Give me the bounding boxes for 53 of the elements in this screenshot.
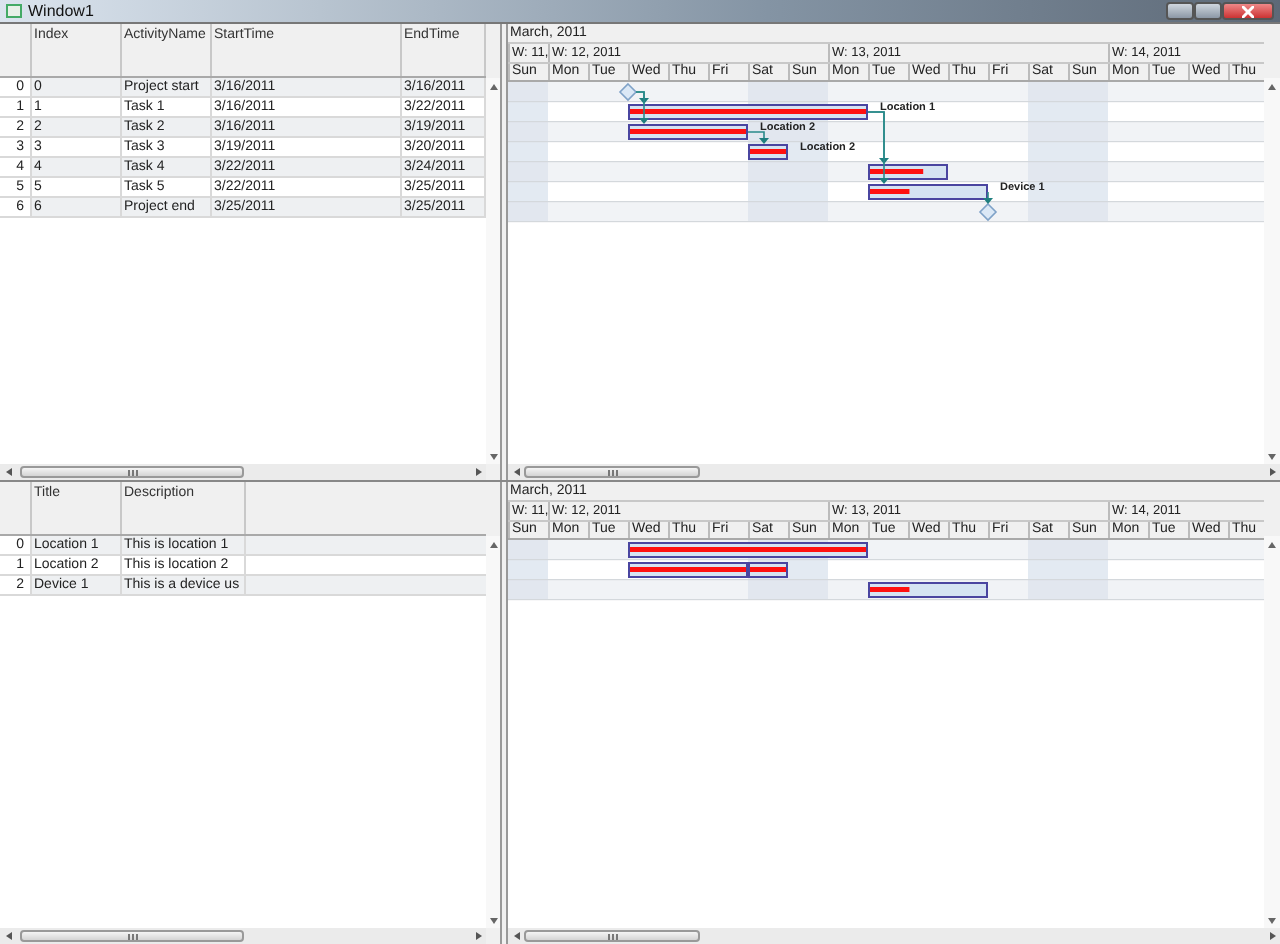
vertical-scrollbar[interactable] (486, 24, 500, 464)
vertical-scrollbar[interactable] (1264, 24, 1280, 464)
scrollbar-thumb[interactable] (20, 466, 244, 478)
right-arrow-icon (475, 468, 481, 476)
minimize-button[interactable] (1166, 2, 1194, 20)
task-bar[interactable] (868, 582, 988, 598)
left-arrow-icon (513, 932, 519, 940)
weekend-column (508, 540, 548, 600)
task-bar[interactable] (628, 562, 748, 578)
left-arrow-icon (5, 468, 11, 476)
vertical-scrollbar[interactable] (1264, 482, 1280, 928)
up-arrow-icon (489, 541, 497, 547)
dependency-arrow (747, 131, 769, 144)
dependency-arrow (867, 111, 889, 184)
close-button[interactable] (1222, 2, 1274, 20)
grip-icon (127, 933, 137, 939)
scrollbar-thumb[interactable] (524, 930, 700, 942)
task-bar[interactable] (628, 104, 868, 120)
dependency-arrow (983, 191, 993, 204)
right-arrow-icon (1269, 468, 1275, 476)
maximize-button[interactable] (1194, 2, 1222, 20)
down-arrow-icon (1268, 917, 1276, 923)
scrollbar-corner (486, 464, 500, 480)
task-bar[interactable] (868, 184, 988, 200)
right-arrow-icon (1269, 932, 1275, 940)
task-bar[interactable] (868, 164, 948, 180)
grip-icon (127, 469, 137, 475)
weekend-column (1068, 540, 1108, 600)
right-arrow-icon (475, 932, 481, 940)
up-arrow-icon (1268, 541, 1276, 547)
down-arrow-icon (489, 453, 497, 459)
task-bar[interactable] (628, 124, 748, 140)
scrollbar-thumb[interactable] (524, 466, 700, 478)
left-arrow-icon (5, 932, 11, 940)
vertical-scrollbar[interactable] (486, 482, 500, 928)
up-arrow-icon (489, 83, 497, 89)
grip-icon (607, 933, 617, 939)
down-arrow-icon (489, 917, 497, 923)
close-icon (1242, 5, 1254, 17)
task-bar[interactable] (628, 542, 868, 558)
task-bar[interactable] (748, 144, 788, 160)
weekend-column (508, 82, 548, 222)
left-arrow-icon (513, 468, 519, 476)
task-bar[interactable] (748, 562, 788, 578)
up-arrow-icon (1268, 83, 1276, 89)
down-arrow-icon (1268, 453, 1276, 459)
app-icon (6, 4, 22, 18)
scrollbar-corner (486, 928, 500, 944)
weekend-column (1028, 540, 1068, 600)
window-title: Window1 (28, 2, 94, 20)
grip-icon (607, 469, 617, 475)
scrollbar-thumb[interactable] (20, 930, 244, 942)
weekend-column (1068, 82, 1108, 222)
